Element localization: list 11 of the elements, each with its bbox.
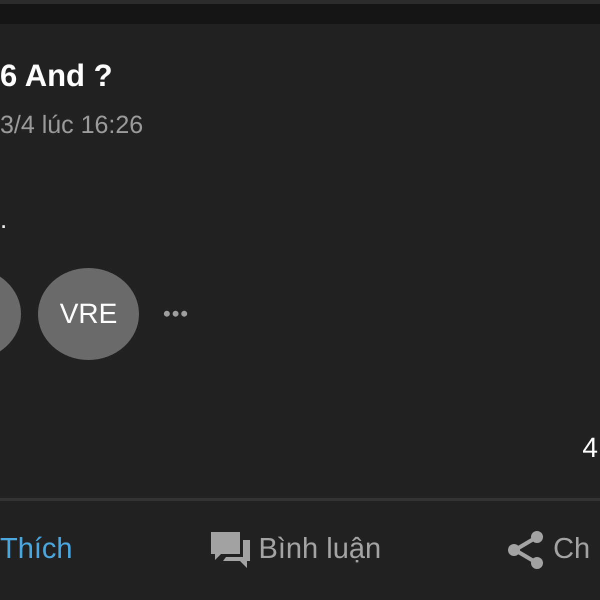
comment-button[interactable]: Bình luận bbox=[210, 532, 382, 568]
more-tags[interactable]: ••• bbox=[163, 301, 190, 327]
comment-icon bbox=[210, 532, 250, 568]
share-icon bbox=[507, 530, 544, 570]
post-title: 6 And ? bbox=[0, 58, 114, 94]
post-body: . bbox=[0, 204, 8, 234]
post-timestamp: 3/4 lúc 16:26 bbox=[0, 110, 144, 140]
reaction-count: 4 bbox=[581, 432, 598, 464]
tag-chip[interactable]: VRE bbox=[38, 268, 139, 360]
like-button[interactable]: Thích bbox=[0, 533, 73, 566]
share-button[interactable]: Ch bbox=[507, 530, 590, 570]
